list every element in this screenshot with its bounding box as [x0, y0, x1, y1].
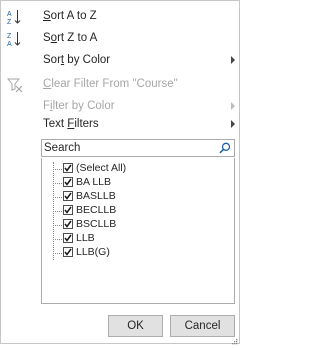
list-item-label: BA LLB: [76, 176, 112, 188]
list-item[interactable]: BECLLB: [42, 204, 232, 217]
checkbox-checked-icon[interactable]: [63, 163, 73, 173]
tree-connector: [53, 197, 62, 198]
list-item-label: LLB(G): [76, 246, 110, 258]
list-item-label: (Select All): [76, 162, 127, 174]
submenu-arrow-icon: [231, 102, 235, 110]
list-item[interactable]: BSCLLB: [42, 218, 232, 231]
search-icon[interactable]: [219, 142, 231, 154]
submenu-arrow-icon: [231, 56, 235, 64]
svg-text:Z: Z: [7, 33, 12, 40]
checkbox-checked-icon[interactable]: [63, 219, 73, 229]
list-item-label: BSCLLB: [76, 218, 117, 230]
sort-a-to-z-label: Sort A to Z: [43, 10, 97, 22]
checkbox-checked-icon[interactable]: [63, 177, 73, 187]
list-item-label: BASLLB: [76, 190, 116, 202]
svg-text:A: A: [7, 11, 12, 18]
cancel-button[interactable]: Cancel: [170, 315, 235, 337]
list-item[interactable]: BA LLB: [42, 176, 232, 189]
checkbox-checked-icon[interactable]: [63, 205, 73, 215]
checkbox-checked-icon[interactable]: [63, 233, 73, 243]
tree-connector: [53, 239, 62, 240]
sort-z-to-a-label: Sort Z to A: [43, 32, 98, 44]
checkbox-checked-icon[interactable]: [63, 247, 73, 257]
autofilter-dropdown-panel: A Z Sort A to Z Z A Sort Z to A Sort by …: [0, 0, 241, 345]
checkbox-checked-icon[interactable]: [63, 191, 73, 201]
clear-filter-label: Clear Filter From "Course": [43, 78, 178, 90]
text-filters-item[interactable]: Text Filters: [1, 114, 241, 136]
clear-filter-item[interactable]: Clear Filter From "Course": [1, 74, 241, 96]
filter-values-list[interactable]: (Select All) BA LLB BASLLB BECLLB BSCLLB…: [41, 158, 235, 304]
sort-by-color-label: Sort by Color: [43, 54, 111, 66]
svg-text:A: A: [7, 41, 12, 47]
list-item-select-all[interactable]: (Select All): [42, 162, 232, 175]
tree-connector: [53, 211, 62, 212]
sort-ascending-icon: A Z: [7, 9, 23, 26]
sort-descending-icon: Z A: [7, 31, 23, 48]
list-item-label: BECLLB: [76, 204, 117, 216]
list-item[interactable]: BASLLB: [42, 190, 232, 203]
sort-a-to-z-item[interactable]: A Z Sort A to Z: [1, 6, 241, 28]
list-item[interactable]: LLB(G): [42, 246, 232, 259]
sort-z-to-a-item[interactable]: Z A Sort Z to A: [1, 28, 241, 50]
list-item[interactable]: LLB: [42, 232, 232, 245]
clear-filter-icon: [6, 77, 23, 93]
resize-grip-icon[interactable]: [232, 336, 238, 345]
search-input[interactable]: [44, 141, 214, 155]
svg-text:Z: Z: [7, 19, 12, 25]
tree-connector: [53, 169, 62, 170]
text-filters-label: Text Filters: [43, 118, 99, 130]
filter-by-color-label: Filter by Color: [43, 100, 115, 112]
ok-button[interactable]: OK: [108, 315, 163, 337]
tree-connector: [53, 183, 62, 184]
tree-connector: [53, 253, 62, 254]
sort-by-color-item[interactable]: Sort by Color: [1, 50, 241, 72]
search-field: [41, 139, 235, 157]
tree-connector: [53, 225, 62, 226]
list-item-label: LLB: [76, 232, 95, 244]
submenu-arrow-icon: [231, 120, 235, 128]
